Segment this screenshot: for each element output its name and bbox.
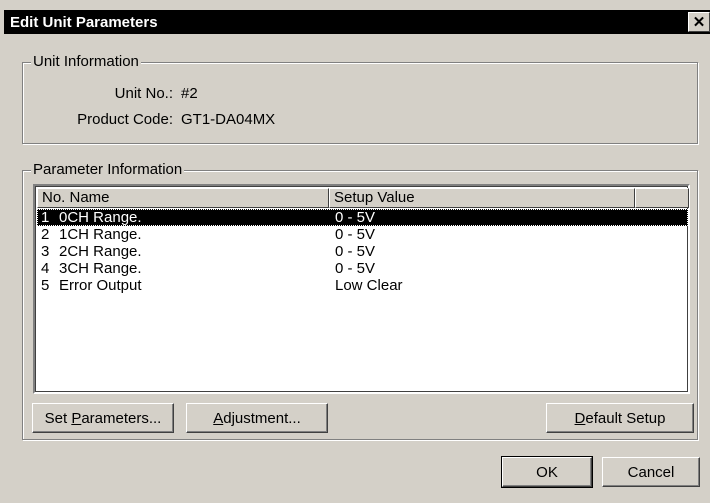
row-number: 1 [41,209,50,226]
close-icon[interactable]: ✕ [688,12,710,32]
unit-no-label: Unit No.: [114,85,173,102]
list-item[interactable]: 2 1CH Range. 0 - 5V [37,226,688,243]
adjustment-post: djustment... [223,409,301,427]
column-header-no-name[interactable]: No. Name [37,188,329,208]
row-name-cell: 4 3CH Range. [37,260,331,277]
list-item[interactable]: 5 Error Output Low Clear [37,277,688,294]
row-setup-value: 0 - 5V [335,209,376,226]
row-name: 0CH Range. [59,209,142,226]
row-name-cell: 3 2CH Range. [37,243,331,260]
row-number: 5 [41,277,50,294]
product-code-label: Product Code: [77,111,173,128]
row-setup-value: 0 - 5V [335,260,376,277]
row-setup-value: Low Clear [335,277,403,294]
unit-no-value: #2 [181,85,198,102]
set-parameters-accel: P [71,409,82,427]
row-name-cell: 2 1CH Range. [37,226,331,243]
edit-unit-parameters-dialog: Edit Unit Parameters ✕ Unit Information … [0,0,710,503]
unit-information-group: Unit Information Unit No.: #2 Product Co… [22,53,698,144]
row-number: 4 [41,260,50,277]
row-name-cell: 5 Error Output [37,277,331,294]
default-setup-post: efault Setup [585,409,666,427]
adjustment-accel: A [213,409,224,427]
default-setup-button[interactable]: Default Setup [546,403,694,433]
row-setup-value: 0 - 5V [335,243,376,260]
set-parameters-pre: Set [44,409,72,427]
window-title: Edit Unit Parameters [10,13,158,31]
cancel-button[interactable]: Cancel [602,457,700,487]
list-item[interactable]: 1 0CH Range. 0 - 5V [37,209,688,226]
list-item[interactable]: 4 3CH Range. 0 - 5V [37,260,688,277]
adjustment-button[interactable]: Adjustment... [186,403,328,433]
unit-no-row: Unit No.: #2 [23,85,423,105]
column-header-extra[interactable] [635,188,689,208]
ok-button[interactable]: OK [501,456,593,488]
title-bar: Edit Unit Parameters ✕ [4,10,710,34]
row-setup-value: 0 - 5V [335,226,376,243]
column-header-setup-value[interactable]: Setup Value [329,188,635,208]
parameter-information-label: Parameter Information [31,161,185,178]
default-setup-accel: D [574,409,586,427]
unit-information-label: Unit Information [31,53,141,70]
list-item[interactable]: 3 2CH Range. 0 - 5V [37,243,688,260]
row-number: 2 [41,226,50,243]
row-name: 3CH Range. [59,260,142,277]
list-rows: 1 0CH Range. 0 - 5V 2 1CH Range. 0 - 5V 3 2CH R… [37,209,688,294]
parameter-list[interactable]: No. Name Setup Value 1 0CH Range. 0 - 5V 2 1… [33,184,690,394]
product-code-row: Product Code: GT1-DA04MX [23,111,423,131]
row-number: 3 [41,243,50,260]
set-parameters-button[interactable]: Set Parameters... [32,403,174,433]
row-name-cell: 1 0CH Range. [37,209,331,226]
row-name: 1CH Range. [59,226,142,243]
row-name: Error Output [59,277,142,294]
list-header: No. Name Setup Value [37,188,689,208]
row-name: 2CH Range. [59,243,142,260]
set-parameters-post: arameters... [81,409,162,427]
product-code-value: GT1-DA04MX [181,111,276,128]
